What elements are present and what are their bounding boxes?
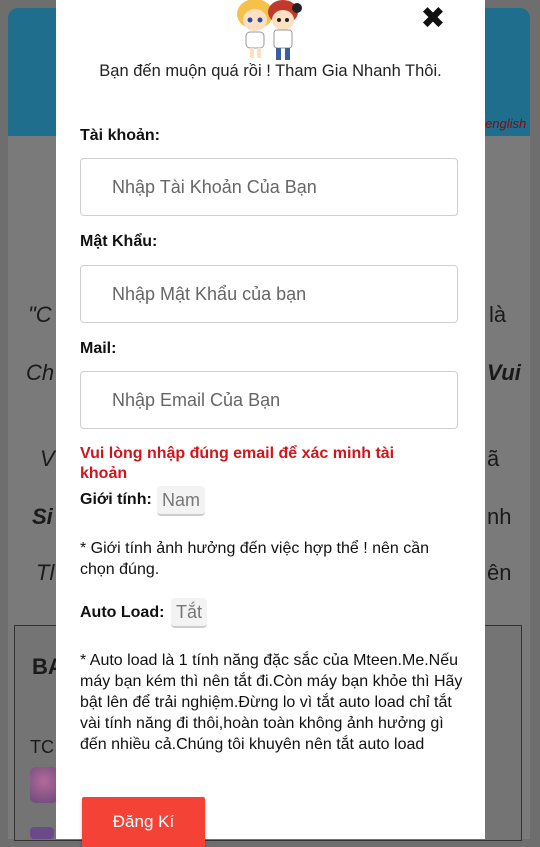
background-card-text: TC bbox=[30, 737, 54, 757]
mail-label: Mail: bbox=[80, 340, 117, 357]
background-text-fragment: "C bbox=[28, 302, 52, 327]
modal-tagline: Bạn đến muộn quá rồi ! Tham Gia Nhanh Th… bbox=[99, 62, 442, 80]
english-link[interactable]: english bbox=[485, 116, 526, 131]
gender-label: Giới tính: bbox=[80, 491, 152, 508]
mascot-image bbox=[237, 0, 302, 60]
background-text-fragment: nh bbox=[487, 504, 512, 529]
background-text-fragment: Si bbox=[32, 504, 53, 529]
email-input[interactable] bbox=[80, 371, 458, 429]
background-text-fragment: Ch bbox=[26, 360, 55, 385]
email-error-message: Vui lòng nhập đúng email để xác minh tài… bbox=[80, 445, 395, 482]
account-label: Tài khoản: bbox=[80, 127, 161, 144]
avatar bbox=[30, 827, 54, 839]
autoload-toggle[interactable]: Tắt bbox=[171, 598, 208, 628]
background-text-fragment: V bbox=[40, 446, 55, 471]
register-modal: ✖ Bạn đến muộn quá rồi ! Tham Gia Nhanh … bbox=[56, 0, 485, 847]
background-text-fragment: ên bbox=[487, 560, 512, 585]
password-label: Mật Khẩu: bbox=[80, 233, 158, 250]
account-input[interactable] bbox=[80, 158, 458, 216]
avatar bbox=[30, 767, 58, 803]
autoload-note: * Auto load là 1 tính năng đặc sắc của M… bbox=[80, 652, 463, 753]
gender-note: * Giới tính ảnh hưởng đến việc hợp thể !… bbox=[80, 540, 430, 578]
background-text-fragment: là bbox=[489, 302, 507, 327]
register-button[interactable]: Đăng Kí bbox=[82, 797, 205, 847]
autoload-label: Auto Load: bbox=[80, 604, 165, 621]
password-input[interactable] bbox=[80, 265, 458, 323]
background-text-fragment: Tl bbox=[36, 560, 55, 585]
close-icon[interactable]: ✖ bbox=[416, 0, 450, 36]
gender-select[interactable]: Nam bbox=[157, 486, 206, 516]
background-text-fragment: Vui bbox=[487, 360, 521, 385]
background-text-fragment: ã bbox=[487, 446, 500, 471]
